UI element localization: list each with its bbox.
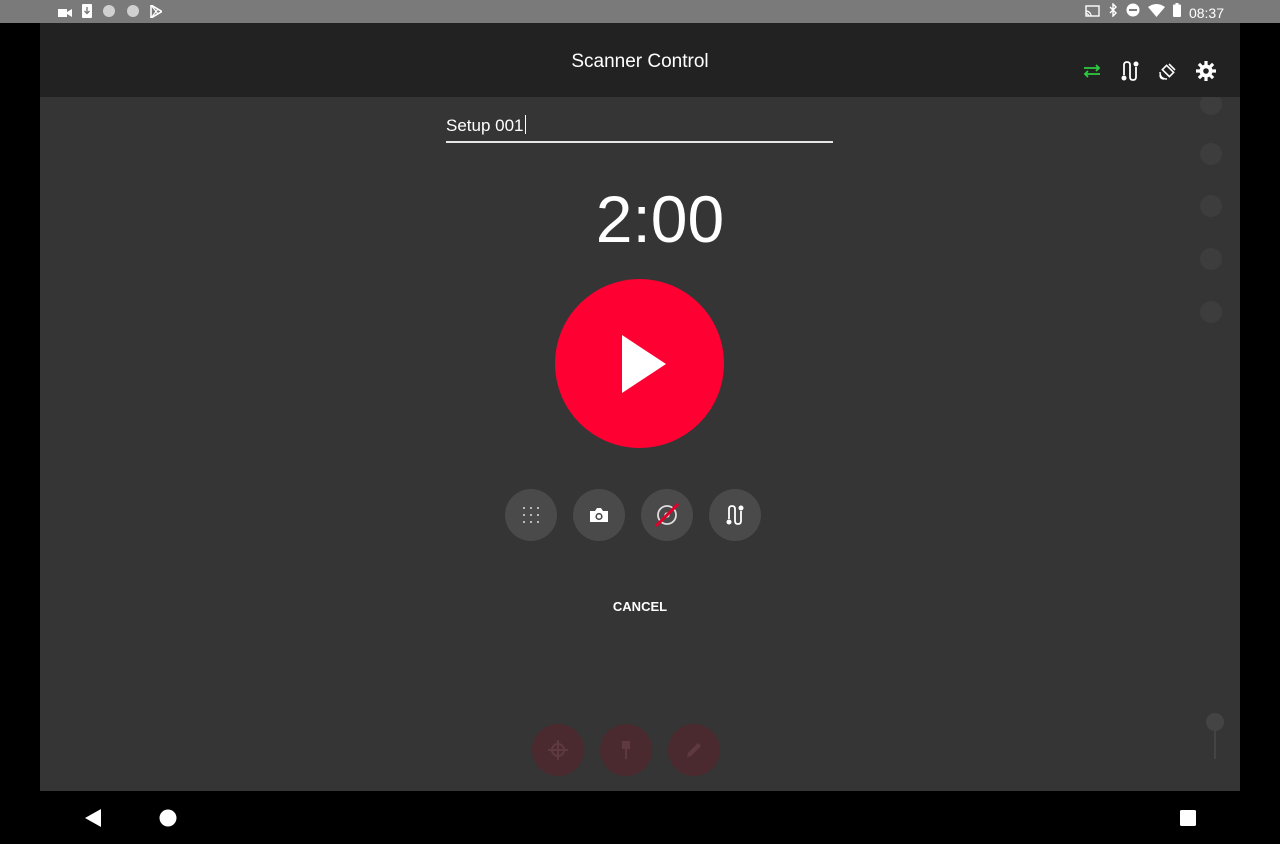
settings-icon[interactable] <box>1194 59 1218 83</box>
status-bar: 08:37 <box>0 0 1280 23</box>
pin-icon <box>622 741 630 759</box>
target-icon <box>548 740 568 760</box>
background-edit-button <box>668 724 720 776</box>
back-icon[interactable] <box>84 808 102 833</box>
route-icon[interactable] <box>1118 59 1142 83</box>
pencil-icon <box>687 743 701 757</box>
background-pin-button <box>600 724 652 776</box>
video-icon <box>58 5 72 23</box>
navigation-bar <box>0 791 1280 844</box>
clock: 08:37 <box>1188 4 1224 21</box>
text-caret <box>524 115 526 134</box>
scan-timer: 2:00 <box>595 182 725 256</box>
grid-option-button[interactable] <box>505 489 557 541</box>
dot-icon <box>102 4 116 23</box>
download-icon <box>82 4 92 23</box>
do-not-disturb-icon <box>1126 3 1140 22</box>
route-option-button[interactable] <box>709 489 761 541</box>
wifi-icon <box>1147 3 1165 22</box>
home-icon[interactable] <box>159 809 177 832</box>
bluetooth-icon <box>1108 2 1118 22</box>
sync-icon[interactable] <box>1080 59 1104 83</box>
camera-icon <box>590 508 608 522</box>
background-tool-icon <box>1200 143 1222 165</box>
setup-name-input[interactable]: Setup 001 <box>446 114 833 143</box>
camera-option-button[interactable] <box>573 489 625 541</box>
background-tool-icon <box>1200 301 1222 323</box>
play-icon <box>621 334 666 393</box>
grid-icon <box>523 507 539 523</box>
background-slider-handle <box>1206 713 1224 731</box>
page-title: Scanner Control <box>571 51 709 72</box>
dot-icon <box>126 4 140 23</box>
start-scan-button[interactable] <box>555 279 724 448</box>
cancel-button[interactable]: CANCEL <box>40 599 1240 614</box>
scan-options <box>505 489 761 541</box>
app-window: Scanner Control Setup 001 2:00 CANCEL <box>40 23 1240 791</box>
cast-icon <box>1085 4 1100 22</box>
app-bar: Scanner Control <box>40 23 1240 97</box>
background-target-button <box>532 724 584 776</box>
satellite-icon[interactable] <box>1156 59 1180 83</box>
setup-name-value: Setup 001 <box>446 116 524 135</box>
recents-icon[interactable] <box>1180 810 1196 831</box>
play-store-icon <box>150 3 164 23</box>
compass-option-button[interactable] <box>641 489 693 541</box>
route-icon <box>726 505 744 525</box>
battery-icon <box>1172 3 1181 22</box>
compass-off-icon <box>654 502 680 528</box>
